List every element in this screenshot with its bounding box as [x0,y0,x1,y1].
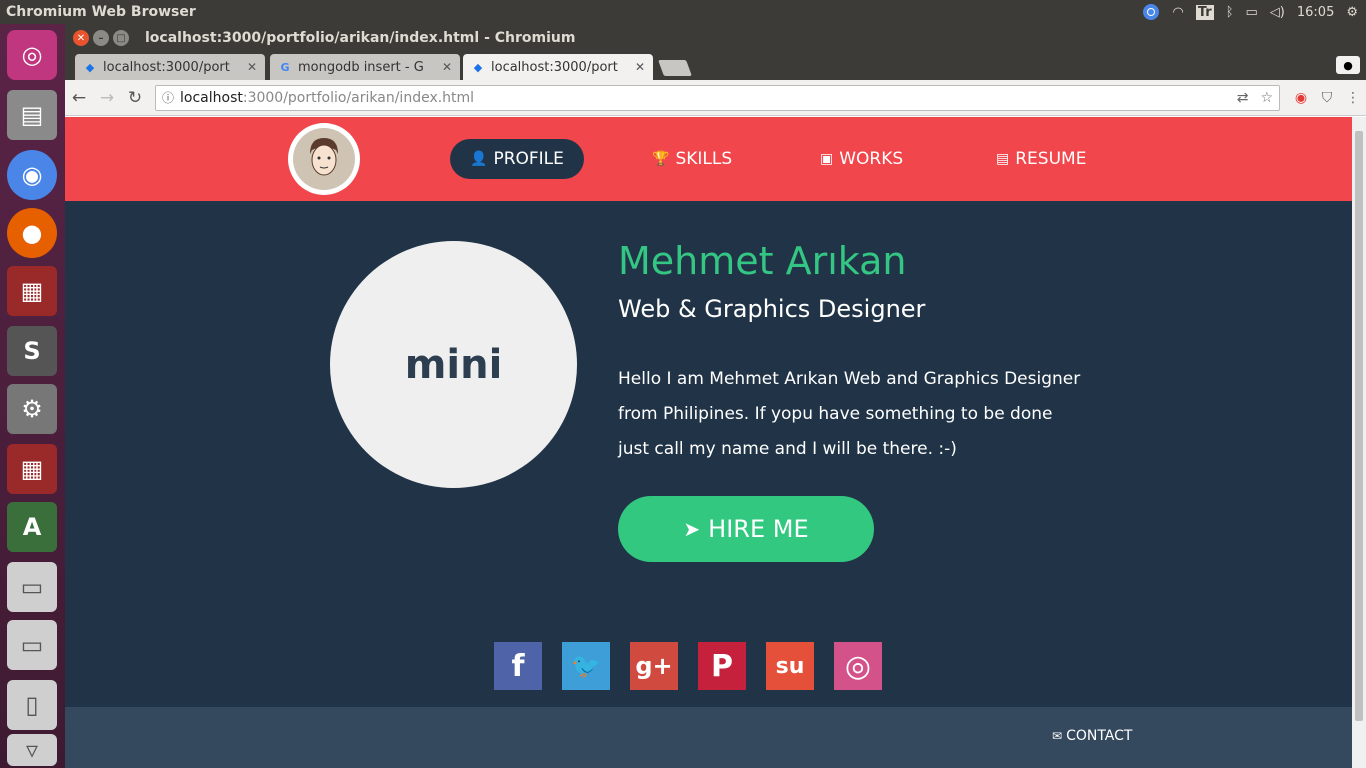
drive-icon[interactable]: ▭ [7,620,57,670]
terminal-icon[interactable]: ▦ [7,444,57,494]
devtools-icon: ◆ [85,60,95,74]
star-icon[interactable]: ☆ [1260,90,1273,106]
profile-name: Mehmet Arıkan [618,239,907,283]
gear-icon[interactable]: ⚙ [1346,5,1358,20]
close-icon[interactable]: ✕ [73,30,89,46]
translate-icon[interactable]: ⇄ [1237,90,1249,106]
info-icon[interactable]: ⓘ [162,89,174,106]
google-plus-icon[interactable]: g+ [630,642,678,690]
devtools-icon: ◆ [473,60,483,74]
tab-mongodb[interactable]: G mongodb insert - G ✕ [270,54,460,80]
window-title: localhost:3000/portfolio/arikan/index.ht… [145,30,576,46]
tab-strip: ◆ localhost:3000/port ✕ G mongodb insert… [65,52,1366,80]
chromium-icon[interactable]: ◉ [7,150,57,200]
unity-launcher: ◎ ▤ ◉ ● ▦ S ⚙ ▦ A ▭ ▭ ▯ ▿ [0,24,65,768]
files-icon[interactable]: ▤ [7,90,57,140]
new-tab-button[interactable] [658,60,692,76]
minimize-icon[interactable]: – [93,30,109,46]
wifi-icon[interactable]: ◠ [1172,5,1183,20]
os-top-panel: Chromium Web Browser ◠ Tr ᛒ ▭ ◁) 16:05 ⚙ [0,0,1366,24]
site-nav: 👤 PROFILE 🏆 SKILLS ▣ WORKS ▤ RESUME [65,117,1352,201]
system-settings-icon[interactable]: ⚙ [7,384,57,434]
tab-localhost-active[interactable]: ◆ localhost:3000/port ✕ [463,54,653,80]
paper-plane-icon: ➤ [683,517,701,541]
site-footer: ✉ CONTACT [65,707,1352,768]
bluetooth-icon[interactable]: ᛒ [1226,5,1234,20]
maximize-icon[interactable]: □ [113,30,129,46]
nav-works[interactable]: ▣ WORKS [800,139,923,179]
contact-link[interactable]: ✉ CONTACT [1052,728,1132,744]
close-icon[interactable]: ✕ [247,60,257,74]
shield-icon[interactable]: ⛉ [1314,90,1340,106]
dribbble-icon[interactable]: ◎ [834,642,882,690]
keyboard-icon[interactable]: Tr [1195,4,1214,20]
firefox-icon[interactable]: ● [7,208,57,258]
clock[interactable]: 16:05 [1297,5,1334,20]
profile-bio: Hello I am Mehmet Arıkan Web and Graphic… [618,369,1081,459]
pinterest-icon[interactable]: P [698,642,746,690]
tab-localhost-1[interactable]: ◆ localhost:3000/port ✕ [75,54,265,80]
usb-drive-icon[interactable]: ▯ [7,680,57,730]
social-links: f 🐦 g+ P su ◎ [494,642,882,690]
face-avatar-icon [293,128,355,190]
web-page: 👤 PROFILE 🏆 SKILLS ▣ WORKS ▤ RESUME mini… [65,117,1352,768]
back-icon[interactable]: ← [65,88,93,108]
sublime-text-icon[interactable]: S [7,326,57,376]
stumbleupon-icon[interactable]: su [766,642,814,690]
volume-icon[interactable]: ◁) [1270,5,1285,20]
profile-role: Web & Graphics Designer [618,295,926,323]
reload-icon[interactable]: ↻ [121,88,149,108]
browser-window: ✕ – □ localhost:3000/portfolio/arikan/in… [65,24,1366,768]
nav-profile[interactable]: 👤 PROFILE [450,139,584,179]
user-icon: 👤 [470,151,488,167]
document-icon: ▤ [996,151,1010,167]
nav-resume[interactable]: ▤ RESUME [976,139,1106,179]
trophy-icon: 🏆 [652,151,670,167]
envelope-icon: ✉ [1052,729,1063,743]
terminal-icon[interactable]: ▦ [7,266,57,316]
menu-icon[interactable]: ⋮ [1340,90,1366,106]
close-icon[interactable]: ✕ [635,60,645,74]
page-scrollbar[interactable] [1352,117,1366,768]
scrollbar-thumb[interactable] [1355,131,1363,721]
browser-toolbar: ← → ↻ ⓘ localhost :3000/portfolio/arikan… [65,80,1366,116]
nav-skills[interactable]: 🏆 SKILLS [632,139,752,179]
forward-icon[interactable]: → [93,88,121,108]
profile-avatar: mini [330,241,577,488]
trash-icon[interactable]: ▿ [7,734,57,766]
profile-icon[interactable]: ● [1336,56,1360,74]
system-tray: ◠ Tr ᛒ ▭ ◁) 16:05 ⚙ [1142,0,1366,24]
google-icon: G [280,60,290,74]
app-title: Chromium Web Browser [6,4,196,20]
software-updater-icon[interactable]: A [7,502,57,552]
twitter-icon[interactable]: 🐦 [562,642,610,690]
hire-me-button[interactable]: ➤ HIRE ME [618,496,874,562]
image-icon: ▣ [820,151,834,167]
facebook-icon[interactable]: f [494,642,542,690]
extension-color-icon[interactable]: ◉ [1288,90,1314,106]
close-icon[interactable]: ✕ [442,60,452,74]
chromium-icon[interactable] [1142,3,1160,21]
site-logo[interactable] [288,123,360,195]
window-titlebar: ✕ – □ localhost:3000/portfolio/arikan/in… [65,24,1366,52]
drive-icon[interactable]: ▭ [7,562,57,612]
address-bar[interactable]: ⓘ localhost :3000/portfolio/arikan/index… [155,84,1280,111]
battery-icon[interactable]: ▭ [1246,5,1258,20]
ubuntu-logo-icon[interactable]: ◎ [7,30,57,80]
